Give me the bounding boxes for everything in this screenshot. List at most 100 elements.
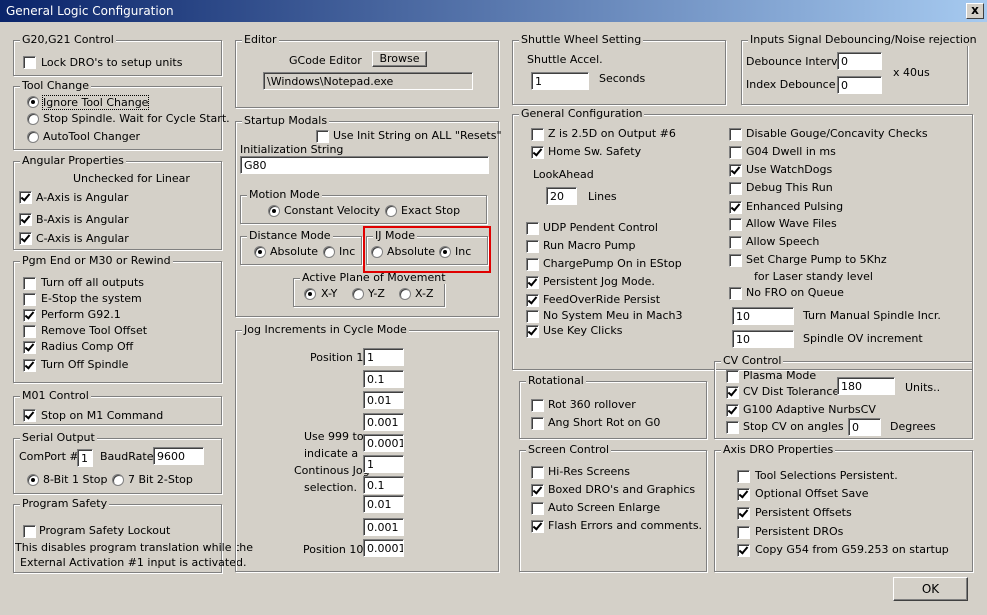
lookahead-input[interactable]: 20 <box>546 187 577 205</box>
spindle-ov-input[interactable]: 10 <box>732 330 794 348</box>
no-fro-queue-checkbox[interactable] <box>729 287 742 300</box>
stop-cv-angles-checkbox[interactable] <box>726 421 739 434</box>
charge-pump-5khz-checkbox[interactable] <box>729 254 742 267</box>
position-10-label: Position 10 <box>303 543 364 556</box>
pgm-end-legend: Pgm End or M30 or Rewind <box>20 254 173 267</box>
chargepump-estop-label: ChargePump On in EStop <box>543 257 682 270</box>
ang-short-rot-checkbox[interactable] <box>531 417 544 430</box>
stop-m1-checkbox[interactable] <box>23 409 36 422</box>
program-safety-checkbox[interactable] <box>23 525 36 538</box>
8bit-radio[interactable] <box>27 474 39 486</box>
plane-yz-radio[interactable] <box>352 288 364 300</box>
jog-input-1[interactable]: 1 <box>363 348 404 366</box>
jog-note-2: indicate a <box>304 447 359 460</box>
jog-input-9[interactable]: 0.001 <box>363 518 404 536</box>
distance-absolute-radio[interactable] <box>254 246 266 258</box>
screen-control-legend: Screen Control <box>526 443 612 456</box>
udp-pendant-checkbox[interactable] <box>526 222 539 235</box>
flash-errors-checkbox[interactable] <box>531 520 544 533</box>
editor-path-input[interactable]: \Windows\Notepad.exe <box>263 72 473 90</box>
chargepump-estop-checkbox[interactable] <box>526 258 539 271</box>
plane-xy-radio[interactable] <box>304 288 316 300</box>
persistent-offsets-checkbox[interactable] <box>737 507 750 520</box>
feedoverride-persist-checkbox[interactable] <box>526 294 539 307</box>
disable-gouge-checkbox[interactable] <box>729 128 742 141</box>
m01-group: M01 Control Stop on M1 Command <box>13 389 222 425</box>
comport-label: ComPort # <box>19 450 79 463</box>
7bit-radio[interactable] <box>112 474 124 486</box>
copy-g54-checkbox[interactable] <box>737 544 750 557</box>
plane-xz-radio[interactable] <box>399 288 411 300</box>
allow-wave-checkbox[interactable] <box>729 218 742 231</box>
constant-velocity-radio[interactable] <box>268 205 280 217</box>
jog-input-6[interactable]: 1 <box>363 455 404 473</box>
charge-pump-5khz-label: Set Charge Pump to 5Khz <box>746 253 887 266</box>
ignore-tool-change-radio[interactable] <box>27 96 39 108</box>
debug-run-label: Debug This Run <box>746 181 833 194</box>
jog-input-3[interactable]: 0.01 <box>363 391 404 409</box>
g20-group: G20,G21 Control Lock DRO's to setup unit… <box>13 33 222 76</box>
g100-nurbs-checkbox[interactable] <box>726 404 739 417</box>
estop-checkbox[interactable] <box>23 293 36 306</box>
optional-offset-save-checkbox[interactable] <box>737 488 750 501</box>
jog-input-7[interactable]: 0.1 <box>363 476 404 494</box>
lock-dro-checkbox[interactable] <box>23 56 36 69</box>
no-system-menu-checkbox[interactable] <box>526 310 539 323</box>
c-axis-checkbox[interactable] <box>19 232 32 245</box>
init-string-input[interactable]: G80 <box>240 156 489 174</box>
cv-dist-tol-checkbox[interactable] <box>726 386 739 399</box>
ok-button[interactable]: OK <box>893 577 968 601</box>
stop-cv-angles-input[interactable]: 0 <box>848 418 881 436</box>
enhanced-pulsing-checkbox[interactable] <box>729 201 742 214</box>
g20-legend: G20,G21 Control <box>20 33 116 46</box>
stop-spindle-radio[interactable] <box>27 113 39 125</box>
use-key-clicks-checkbox[interactable] <box>526 325 539 338</box>
debug-run-checkbox[interactable] <box>729 182 742 195</box>
debounce-interval-input[interactable]: 0 <box>837 52 882 70</box>
persistent-dros-checkbox[interactable] <box>737 526 750 539</box>
b-axis-checkbox[interactable] <box>19 213 32 226</box>
close-button[interactable]: x <box>966 3 984 19</box>
radius-comp-off-checkbox[interactable] <box>23 341 36 354</box>
cv-dist-tol-input[interactable]: 180 <box>837 377 895 395</box>
baudrate-input[interactable]: 9600 <box>153 447 204 465</box>
boxed-dros-checkbox[interactable] <box>531 484 544 497</box>
persistent-jog-checkbox[interactable] <box>526 276 539 289</box>
auto-tool-changer-radio[interactable] <box>27 131 39 143</box>
jog-input-5[interactable]: 0.0001 <box>363 434 404 452</box>
comport-input[interactable]: 1 <box>77 449 93 467</box>
jog-input-2[interactable]: 0.1 <box>363 370 404 388</box>
allow-speech-checkbox[interactable] <box>729 236 742 249</box>
home-safety-checkbox[interactable] <box>531 146 544 159</box>
z25d-checkbox[interactable] <box>531 128 544 141</box>
startup-modals-group: Startup Modals Use Init String on ALL "R… <box>235 114 502 317</box>
a-axis-checkbox[interactable] <box>19 191 32 204</box>
spindle-incr-input[interactable]: 10 <box>732 307 794 325</box>
jog-input-4[interactable]: 0.001 <box>363 413 404 431</box>
plasma-mode-checkbox[interactable] <box>726 370 739 383</box>
debounce-legend: Inputs Signal Debouncing/Noise rejection <box>748 33 979 46</box>
angular-legend: Angular Properties <box>20 154 126 167</box>
run-macro-pump-checkbox[interactable] <box>526 240 539 253</box>
rot-360-checkbox[interactable] <box>531 399 544 412</box>
c-axis-label: C-Axis is Angular <box>36 232 129 245</box>
browse-button[interactable]: Browse <box>372 51 427 67</box>
shuttle-accel-input[interactable]: 1 <box>531 72 589 90</box>
hires-screens-checkbox[interactable] <box>531 466 544 479</box>
use-init-checkbox[interactable] <box>316 130 329 143</box>
turn-off-spindle-label: Turn Off Spindle <box>41 358 129 371</box>
turn-off-outputs-checkbox[interactable] <box>23 277 36 290</box>
tool-selections-persistent-checkbox[interactable] <box>737 470 750 483</box>
exact-stop-radio[interactable] <box>385 205 397 217</box>
remove-tool-offset-checkbox[interactable] <box>23 325 36 338</box>
g04-dwell-checkbox[interactable] <box>729 146 742 159</box>
jog-input-8[interactable]: 0.01 <box>363 495 404 513</box>
use-watchdogs-checkbox[interactable] <box>729 164 742 177</box>
no-fro-queue-label: No FRO on Queue <box>746 286 844 299</box>
perform-g92-checkbox[interactable] <box>23 309 36 322</box>
distance-inc-radio[interactable] <box>323 246 335 258</box>
jog-input-10[interactable]: 0.0001 <box>363 539 404 557</box>
turn-off-spindle-checkbox[interactable] <box>23 359 36 372</box>
auto-screen-enlarge-checkbox[interactable] <box>531 502 544 515</box>
index-debounce-input[interactable]: 0 <box>837 76 882 94</box>
